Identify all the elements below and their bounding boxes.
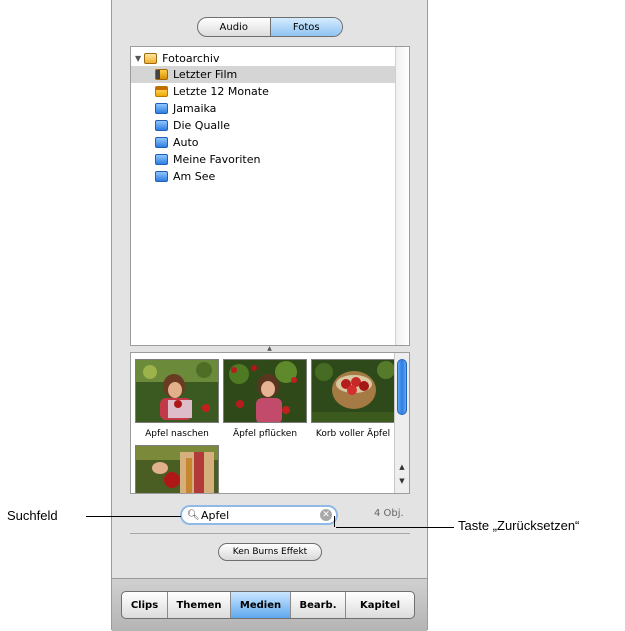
photo-caption: Apfel naschen [145, 429, 209, 439]
photo-source-list: ▼ Fotoarchiv Letzter Film Letzte 12 Mona… [130, 46, 410, 346]
divider [130, 533, 410, 534]
pane-toolbar: Clips Themen Medien Bearb. Kapitel [112, 578, 427, 631]
pane-tab-bar: Clips Themen Medien Bearb. Kapitel [121, 591, 415, 619]
disclosure-triangle-icon[interactable]: ▼ [135, 54, 141, 63]
photo-apple-close-up [136, 446, 218, 493]
tab-edit[interactable]: Bearb. [291, 592, 346, 618]
album-folder-icon [155, 154, 168, 165]
tree-item-jamaica[interactable]: Jamaika [155, 100, 216, 117]
tree-item-last-12-months[interactable]: Letzte 12 Monate [155, 83, 269, 100]
tree-item-label: Jamaika [173, 102, 217, 115]
search-field[interactable]: 🔍︎ Apfel ✕ [180, 505, 338, 525]
callout-line [86, 516, 181, 517]
reset-search-button[interactable]: ✕ [320, 509, 332, 521]
photo-library-icon [144, 53, 158, 64]
tree-item-car[interactable]: Auto [155, 134, 199, 151]
tree-item-label: Am See [173, 170, 216, 183]
photo-basket-of-apples [312, 360, 394, 422]
tab-themes[interactable]: Themen [168, 592, 231, 618]
tree-item-label: Meine Favoriten [173, 153, 261, 166]
tree-scrollbar[interactable] [395, 47, 409, 345]
photo-thumbnail[interactable] [135, 359, 219, 423]
tree-item-label: Auto [173, 136, 199, 149]
tree-item-label: Letzter Film [173, 68, 238, 81]
result-count: 4 Obj. [374, 508, 404, 519]
callout-line [334, 516, 335, 527]
photo-thumbnail[interactable] [311, 359, 395, 423]
media-pane: Audio Fotos ▼ Fotoarchiv Letzter Film Le… [111, 0, 428, 631]
tab-clips[interactable]: Clips [122, 592, 168, 618]
search-query: Apfel [201, 508, 230, 522]
tree-item-label: Die Qualle [173, 119, 231, 132]
tree-item-favorites[interactable]: Meine Favoriten [155, 151, 260, 168]
album-folder-icon [155, 120, 168, 131]
photo-caption: Äpfel pflücken [232, 429, 298, 439]
tree-root-photo-library[interactable]: ▼ Fotoarchiv [135, 50, 219, 67]
album-folder-icon [155, 171, 168, 182]
search-field-callout: Suchfeld [7, 508, 58, 523]
calendar-icon [155, 86, 168, 97]
media-type-segmented-control: Audio Fotos [197, 17, 343, 37]
tree-root-label: Fotoarchiv [162, 52, 220, 65]
tree-item-jellyfish[interactable]: Die Qualle [155, 117, 230, 134]
scroll-thumb[interactable] [397, 359, 407, 415]
photo-caption: Korb voller Äpfel [315, 429, 391, 439]
callout-line [336, 527, 454, 528]
reset-button-callout: Taste „Zurücksetzen“ [458, 518, 580, 533]
album-folder-icon [155, 103, 168, 114]
album-folder-icon [155, 137, 168, 148]
tree-item-last-roll[interactable]: Letzter Film [131, 66, 395, 83]
photo-thumbnail[interactable] [135, 445, 219, 493]
tree-item-label: Letzte 12 Monate [173, 85, 269, 98]
photo-grid: Apfel naschen Äpfel pflücken Korb voller… [130, 352, 410, 494]
film-roll-icon [155, 69, 168, 80]
photos-tab[interactable]: Fotos [270, 18, 342, 36]
photo-apple-picking [224, 360, 306, 422]
photo-girl-eating-apple [136, 360, 218, 422]
search-icon: 🔍︎ [187, 509, 200, 521]
tab-media[interactable]: Medien [231, 592, 291, 618]
scroll-up-arrow-icon[interactable]: ▲ [396, 463, 408, 473]
tree-item-lake[interactable]: Am See [155, 168, 215, 185]
ken-burns-effect-button[interactable]: Ken Burns Effekt [218, 543, 322, 561]
audio-tab[interactable]: Audio [198, 18, 270, 36]
tab-chapters[interactable]: Kapitel [346, 592, 414, 618]
scroll-down-arrow-icon[interactable]: ▼ [396, 477, 408, 487]
photo-thumbnail[interactable] [223, 359, 307, 423]
